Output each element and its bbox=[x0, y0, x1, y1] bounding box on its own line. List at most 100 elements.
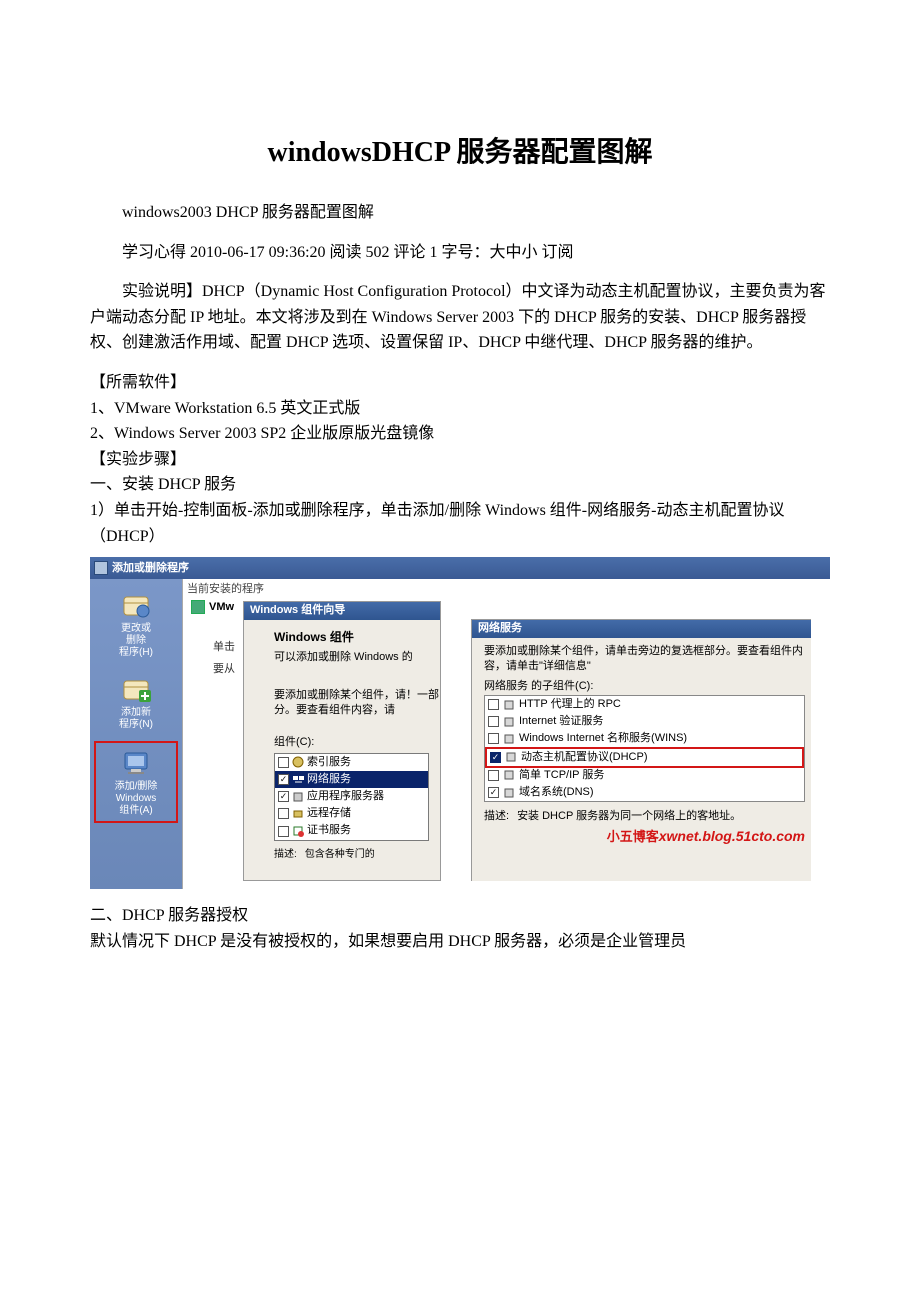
component-label: 应用程序服务器 bbox=[307, 790, 384, 803]
network-icon bbox=[292, 773, 304, 785]
component-label: 网络服务 bbox=[307, 773, 351, 786]
box-plus-icon bbox=[120, 673, 152, 705]
sub-row-wins[interactable]: Windows Internet 名称服务(WINS) bbox=[485, 730, 804, 747]
sidebar-label: 组件(A) bbox=[119, 805, 152, 817]
vmware-icon bbox=[191, 600, 205, 614]
watermark: 小五博客 xwnet.blog.51cto.com bbox=[484, 827, 805, 845]
checkbox-icon[interactable] bbox=[488, 770, 499, 781]
software-item-1: 1、VMware Workstation 6.5 英文正式版 bbox=[90, 396, 830, 422]
dialog-titlebar: 网络服务 bbox=[472, 620, 811, 638]
label-from: 要从 bbox=[213, 663, 235, 676]
checkbox-icon[interactable] bbox=[278, 826, 289, 837]
box-icon bbox=[120, 589, 152, 621]
label-click: 单击 bbox=[213, 641, 235, 654]
sidebar-item-add-new[interactable]: 添加新 程序(N) bbox=[94, 669, 178, 735]
component-row-cert-services[interactable]: 证书服务 bbox=[275, 822, 428, 839]
wizard-subheading: 可以添加或删除 Windows 的 bbox=[274, 651, 440, 664]
steps-heading: 【实验步骤】 bbox=[90, 447, 830, 473]
app-icon bbox=[94, 561, 108, 575]
component-row-network-services[interactable]: 网络服务 bbox=[275, 771, 428, 788]
sub-label: Windows Internet 名称服务(WINS) bbox=[519, 732, 687, 745]
sidebar-item-change-remove[interactable]: 更改或 删除 程序(H) bbox=[94, 585, 178, 663]
components-list-label: 组件(C): bbox=[274, 736, 440, 749]
step-2-body: 默认情况下 DHCP 是没有被授权的，如果想要启用 DHCP 服务器，必须是企业… bbox=[90, 929, 830, 955]
step-1-title: 一、安装 DHCP 服务 bbox=[90, 472, 830, 498]
window-title-text: 添加或删除程序 bbox=[112, 562, 189, 575]
server-icon bbox=[503, 699, 515, 711]
component-label: 远程存储 bbox=[307, 807, 351, 820]
component-row-remote-storage[interactable]: 远程存储 bbox=[275, 805, 428, 822]
main-panel: 当前安装的程序 VMw 单击 要从 Windows 组件向导 Windows 组… bbox=[182, 579, 830, 889]
intro-line-2: 学习心得 2010-06-17 09:36:20 阅读 502 评论 1 字号：… bbox=[90, 240, 830, 266]
document-title: windowsDHCP 服务器配置图解 bbox=[90, 130, 830, 170]
server-icon bbox=[292, 791, 304, 803]
checkbox-icon[interactable] bbox=[488, 699, 499, 710]
checkbox-icon[interactable] bbox=[488, 733, 499, 744]
screenshot-add-remove-programs: 添加或删除程序 更改或 删除 程序(H) 添加新 程序(N bbox=[90, 557, 830, 889]
sidebar-label: 更改或 bbox=[121, 623, 151, 635]
step-1-1: 1）单击开始-控制面板-添加或删除程序，单击添加/删除 Windows 组件-网… bbox=[90, 498, 830, 549]
sub-row-http-rpc[interactable]: HTTP 代理上的 RPC bbox=[485, 696, 804, 713]
step-2-title: 二、DHCP 服务器授权 bbox=[90, 903, 830, 929]
component-label: 索引服务 bbox=[307, 756, 351, 769]
sidebar-label: 添加/删除 bbox=[115, 781, 158, 793]
sub-row-ias[interactable]: Internet 验证服务 bbox=[485, 713, 804, 730]
checkbox-icon[interactable] bbox=[278, 757, 289, 768]
component-row-app-server[interactable]: 应用程序服务器 bbox=[275, 788, 428, 805]
software-heading: 【所需软件】 bbox=[90, 370, 830, 396]
sidebar: 更改或 删除 程序(H) 添加新 程序(N) 添加/删除 Windo bbox=[90, 579, 182, 889]
sub-row-dhcp[interactable]: 动态主机配置协议(DHCP) bbox=[485, 747, 804, 768]
service-icon bbox=[292, 756, 304, 768]
sub-label: HTTP 代理上的 RPC bbox=[519, 698, 621, 711]
dialog-hint: 要添加或删除某个组件，请单击旁边的复选框部分。要查看组件内容，请单击"详细信息" bbox=[472, 638, 811, 680]
sidebar-label: Windows bbox=[116, 793, 157, 805]
watermark-url: xwnet.blog.51cto.com bbox=[659, 828, 805, 845]
checkbox-icon[interactable] bbox=[278, 808, 289, 819]
windows-component-wizard: Windows 组件向导 Windows 组件 可以添加或删除 Windows … bbox=[243, 601, 441, 881]
server-icon bbox=[503, 733, 515, 745]
sidebar-label: 程序(N) bbox=[119, 719, 153, 731]
wizard-desc-label: 描述: bbox=[274, 849, 297, 861]
component-label: 证书服务 bbox=[307, 824, 351, 837]
network-services-dialog: 网络服务 要添加或删除某个组件，请单击旁边的复选框部分。要查看组件内容，请单击"… bbox=[471, 619, 811, 881]
checkbox-icon[interactable] bbox=[278, 791, 289, 802]
sub-label: 域名系统(DNS) bbox=[519, 786, 594, 799]
checkbox-icon[interactable] bbox=[488, 716, 499, 727]
certificate-icon bbox=[292, 825, 304, 837]
server-icon bbox=[503, 716, 515, 728]
storage-icon bbox=[292, 808, 304, 820]
checkbox-icon[interactable] bbox=[490, 752, 501, 763]
intro-body: 实验说明】DHCP（Dynamic Host Configuration Pro… bbox=[90, 279, 830, 356]
checkbox-icon[interactable] bbox=[278, 774, 289, 785]
intro-line-1: windows2003 DHCP 服务器配置图解 bbox=[90, 200, 830, 226]
wizard-titlebar: Windows 组件向导 bbox=[244, 602, 440, 620]
subcomponents-list-label: 网络服务 的子组件(C): bbox=[472, 680, 811, 695]
checkbox-icon[interactable] bbox=[488, 787, 499, 798]
sub-label: Internet 验证服务 bbox=[519, 715, 603, 728]
subcomponents-listbox[interactable]: HTTP 代理上的 RPC Internet 验证服务 Windows Inte… bbox=[484, 695, 805, 802]
sub-row-dns[interactable]: 域名系统(DNS) bbox=[485, 784, 804, 801]
components-listbox[interactable]: 索引服务 网络服务 应用程序服务器 bbox=[274, 753, 429, 841]
server-icon bbox=[503, 787, 515, 799]
server-icon bbox=[503, 769, 515, 781]
server-icon bbox=[505, 751, 517, 763]
wizard-heading: Windows 组件 bbox=[274, 630, 440, 644]
software-item-2: 2、Windows Server 2003 SP2 企业版原版光盘镜像 bbox=[90, 421, 830, 447]
svc-desc-text: 安装 DHCP 服务器为同一个网络上的客地址。 bbox=[517, 810, 741, 823]
component-row-index[interactable]: 索引服务 bbox=[275, 754, 428, 771]
svc-desc-label: 描述: bbox=[484, 810, 509, 823]
program-row-vmware[interactable]: VMw bbox=[209, 601, 234, 614]
sub-label: 动态主机配置协议(DHCP) bbox=[521, 751, 648, 764]
sub-label: 简单 TCP/IP 服务 bbox=[519, 769, 604, 782]
sidebar-label: 程序(H) bbox=[119, 647, 153, 659]
sub-row-simple-tcpip[interactable]: 简单 TCP/IP 服务 bbox=[485, 767, 804, 784]
sidebar-label: 添加新 bbox=[121, 707, 151, 719]
wizard-desc-text: 包含各种专门的 bbox=[305, 849, 375, 861]
watermark-cn: 小五博客 bbox=[607, 829, 659, 845]
current-programs-label: 当前安装的程序 bbox=[187, 583, 830, 596]
sidebar-label: 删除 bbox=[126, 635, 146, 647]
window-titlebar: 添加或删除程序 bbox=[90, 557, 830, 579]
sidebar-item-windows-components[interactable]: 添加/删除 Windows 组件(A) bbox=[94, 741, 178, 823]
wizard-hint: 要添加或删除某个组件，请！一部分。要查看组件内容，请 bbox=[274, 688, 440, 719]
monitor-icon bbox=[120, 747, 152, 779]
